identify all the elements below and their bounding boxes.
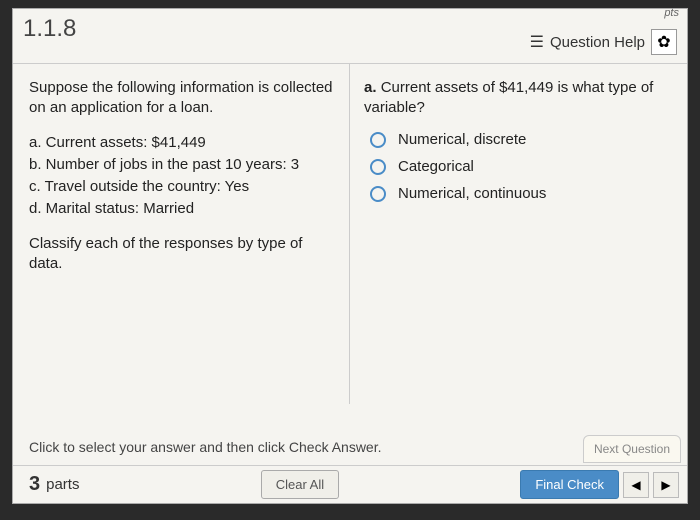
parts-label: parts [46,476,79,493]
sub-prompt: a. Current assets of $41,449 is what typ… [364,78,675,117]
header: 1.1.8 ☰ Question Help ✿ [13,9,687,64]
item-a: a. Current assets: $41,449 [29,133,339,153]
option-2[interactable]: Categorical [370,158,675,175]
prompt-text: Current assets of $41,449 is what type o… [364,79,653,116]
radio-icon [370,159,386,175]
question-stem: Suppose the following information is col… [13,64,350,404]
next-button[interactable]: ▶ [653,472,679,498]
question-number: 1.1.8 [23,15,76,43]
parts-count: 3 [29,473,40,496]
prompt-label: a. [364,79,377,96]
option-2-label: Categorical [398,158,474,175]
option-1-label: Numerical, discrete [398,131,526,148]
items-list: a. Current assets: $41,449 b. Number of … [29,133,339,220]
radio-icon [370,132,386,148]
content: Suppose the following information is col… [13,64,687,404]
nav-group: Final Check ◀ ▶ [520,470,679,499]
task-text: Classify each of the responses by type o… [29,234,339,275]
answer-area: a. Current assets of $41,449 is what typ… [350,64,687,404]
header-right: ☰ Question Help ✿ [530,29,677,55]
intro-text: Suppose the following information is col… [29,78,339,119]
question-window: pts 1.1.8 ☰ Question Help ✿ Suppose the … [12,8,688,504]
question-help-label: Question Help [550,34,645,51]
option-1[interactable]: Numerical, discrete [370,131,675,148]
prev-button[interactable]: ◀ [623,472,649,498]
question-help-button[interactable]: ☰ Question Help [530,32,645,52]
radio-icon [370,186,386,202]
footer: Click to select your answer and then cli… [13,433,687,503]
gear-icon: ✿ [657,32,670,52]
item-b: b. Number of jobs in the past 10 years: … [29,155,339,175]
parts-indicator: 3 parts [29,473,79,496]
item-d: d. Marital status: Married [29,199,339,219]
option-3-label: Numerical, continuous [398,185,546,202]
final-check-button[interactable]: Final Check [520,470,619,499]
points-text: pts [664,7,679,19]
settings-button[interactable]: ✿ [651,29,677,55]
option-3[interactable]: Numerical, continuous [370,185,675,202]
list-icon: ☰ [530,32,544,52]
instruction-text: Click to select your answer and then cli… [13,433,687,465]
clear-all-button[interactable]: Clear All [261,470,339,499]
item-c: c. Travel outside the country: Yes [29,177,339,197]
bottom-bar: 3 parts Clear All Final Check ◀ ▶ [13,465,687,503]
